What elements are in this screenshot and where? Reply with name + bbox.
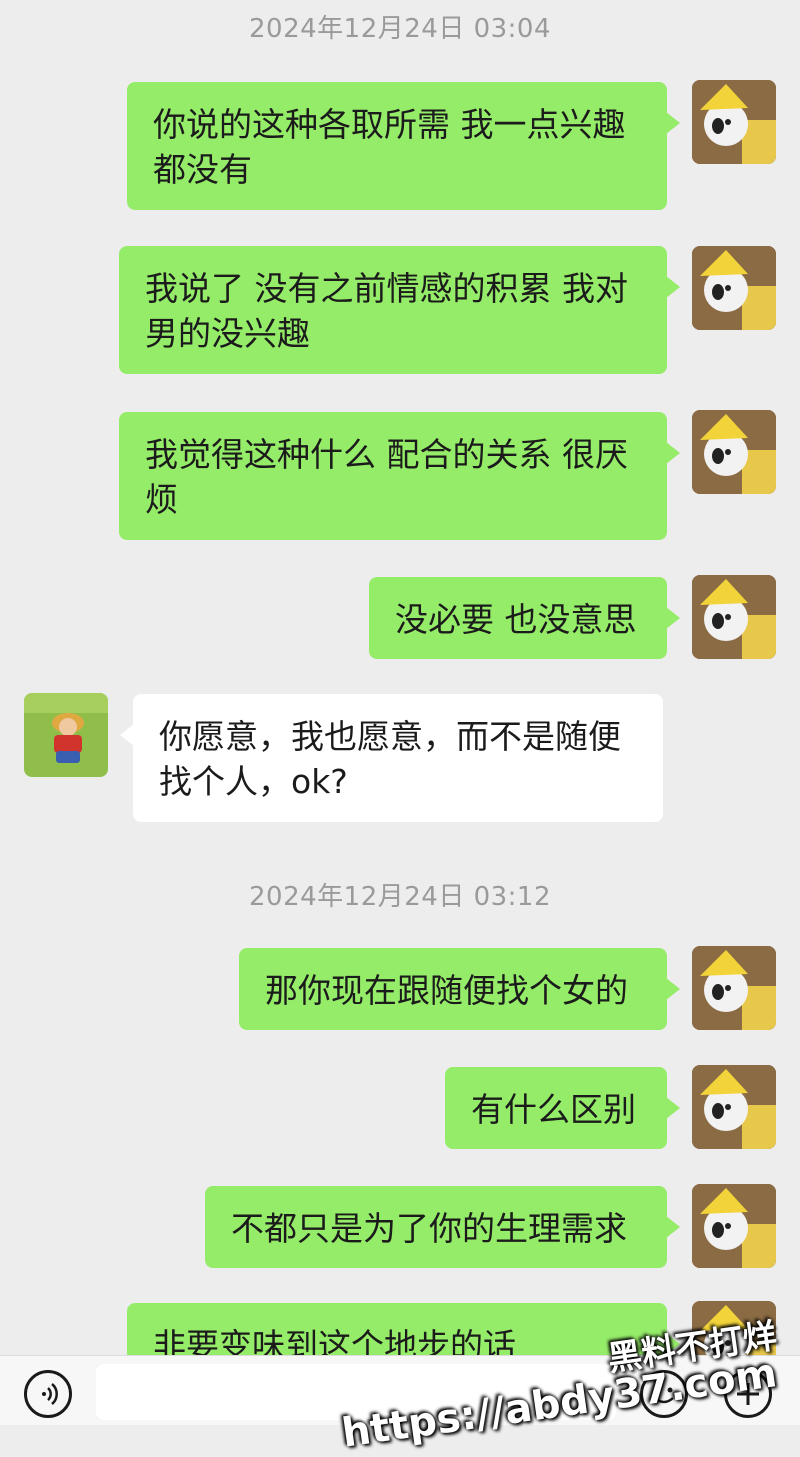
message-text: 非要变味到这个地步的话: [153, 1326, 516, 1355]
timestamp: 2024年12月24日 03:04: [248, 14, 552, 44]
self-avatar[interactable]: [692, 410, 776, 494]
cat-in-yellow-hat-avatar-icon: [692, 1065, 776, 1149]
cat-in-yellow-hat-avatar-icon: [692, 1184, 776, 1268]
message-text: 我觉得这种什么 配合的关系 很厌烦: [145, 435, 628, 519]
self-avatar[interactable]: [692, 946, 776, 1030]
message-text: 不都只是为了你的生理需求: [231, 1209, 627, 1248]
message-bubble-sent[interactable]: 你说的这种各取所需 我一点兴趣都没有: [127, 82, 680, 210]
self-avatar[interactable]: [692, 575, 776, 659]
message-bubble-sent[interactable]: 我觉得这种什么 配合的关系 很厌烦: [119, 412, 680, 540]
self-avatar[interactable]: [692, 80, 776, 164]
self-avatar[interactable]: [692, 246, 776, 330]
cat-in-yellow-hat-avatar-icon: [692, 946, 776, 1030]
message-text: 你说的这种各取所需 我一点兴趣都没有: [153, 105, 626, 189]
message-bubble-sent[interactable]: 有什么区别: [445, 1067, 680, 1149]
cat-in-yellow-hat-avatar-icon: [692, 80, 776, 164]
message-text: 我说了 没有之前情感的积累 我对男的没兴趣: [145, 269, 628, 353]
message-bubble-received[interactable]: 你愿意，我也愿意，而不是随便找个人，ok?: [120, 694, 663, 822]
message-bubble-sent[interactable]: 没必要 也没意思: [369, 577, 680, 659]
cat-in-yellow-hat-avatar-icon: [692, 575, 776, 659]
self-avatar[interactable]: [692, 1065, 776, 1149]
message-text: 没必要 也没意思: [395, 600, 637, 639]
self-avatar[interactable]: [692, 1184, 776, 1268]
message-bubble-sent[interactable]: 不都只是为了你的生理需求: [205, 1186, 680, 1268]
chat-area[interactable]: 2024年12月24日 03:04 你说的这种各取所需 我一点兴趣都没有 我说了…: [0, 0, 800, 1355]
timestamp: 2024年12月24日 03:12: [248, 882, 552, 912]
voice-icon[interactable]: [24, 1370, 72, 1418]
message-text: 你愿意，我也愿意，而不是随便找个人，ok?: [159, 717, 621, 801]
cat-in-yellow-hat-avatar-icon: [692, 410, 776, 494]
message-bubble-sent[interactable]: 我说了 没有之前情感的积累 我对男的没兴趣: [119, 246, 680, 374]
message-bubble-sent[interactable]: 那你现在跟随便找个女的: [239, 948, 680, 1030]
cartoon-character-lying-on-grass-avatar-icon: [24, 693, 108, 777]
contact-avatar[interactable]: [24, 693, 108, 777]
message-bubble-sent[interactable]: 非要变味到这个地步的话: [127, 1303, 680, 1355]
cat-in-yellow-hat-avatar-icon: [692, 246, 776, 330]
message-text: 那你现在跟随便找个女的: [265, 971, 628, 1010]
message-text: 有什么区别: [471, 1090, 636, 1129]
